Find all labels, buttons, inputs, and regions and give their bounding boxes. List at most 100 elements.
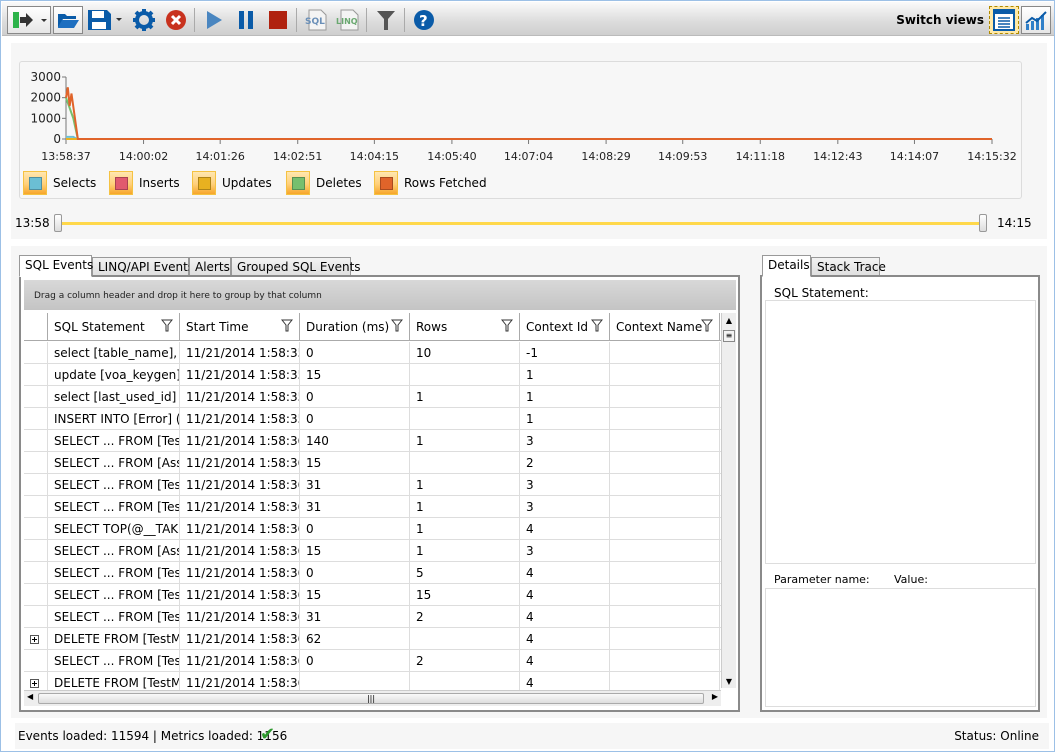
- table-row[interactable]: SELECT ... FROM [Test...11/21/2014 1:58:…: [24, 430, 721, 452]
- toolbar-separator: [366, 8, 367, 32]
- table-cell: [610, 540, 720, 562]
- expand-row-icon[interactable]: [24, 628, 48, 650]
- row-indicator: [24, 496, 48, 518]
- legend-swatch: [109, 171, 133, 195]
- scroll-left-arrow[interactable]: ◀: [27, 692, 33, 701]
- vertical-scrollbar[interactable]: ▲ ≡ ▼: [721, 313, 736, 688]
- legend-label: Inserts: [139, 176, 180, 190]
- list-view-button[interactable]: [989, 6, 1019, 34]
- legend-label: Updates: [222, 176, 272, 190]
- table-cell: [410, 364, 520, 386]
- linq-button[interactable]: LINQ: [334, 6, 362, 34]
- column-header[interactable]: Context Id: [520, 313, 610, 341]
- table-row[interactable]: SELECT TOP(@__TAK...11/21/2014 1:58:36 P…: [24, 518, 721, 540]
- table-cell: DELETE FROM [TestM...: [48, 628, 180, 650]
- connect-button[interactable]: [7, 6, 51, 34]
- save-button[interactable]: [86, 6, 124, 34]
- column-header-label: SQL Statement: [54, 320, 145, 334]
- column-header[interactable]: SQL Statement: [48, 313, 180, 341]
- table-row[interactable]: SELECT ... FROM [Test...11/21/2014 1:58:…: [24, 606, 721, 628]
- legend-item[interactable]: Selects: [23, 171, 96, 195]
- table-row[interactable]: INSERT INTO [Error] (... 11/21/2014 1:58:…: [24, 408, 721, 430]
- table-row[interactable]: select [last_used_id] f...11/21/2014 1:5…: [24, 386, 721, 408]
- open-button[interactable]: [53, 6, 83, 34]
- sql-button[interactable]: SQL: [302, 6, 330, 34]
- table-cell: select [last_used_id] f...: [48, 386, 180, 408]
- series-line-rows-fetched: [65, 87, 992, 140]
- tab-stack-trace[interactable]: Stack Trace: [811, 257, 886, 277]
- group-by-area[interactable]: Drag a column header and drop it here to…: [24, 280, 736, 310]
- column-header[interactable]: Context Name: [610, 313, 720, 341]
- column-header[interactable]: Start Time: [180, 313, 300, 341]
- play-icon: [207, 11, 222, 29]
- table-cell: select [table_name], [l...: [48, 342, 180, 364]
- table-cell: 62: [300, 628, 410, 650]
- slider-right-handle[interactable]: [979, 214, 987, 232]
- table-cell: -1: [520, 342, 610, 364]
- scroll-right-arrow[interactable]: ▶: [712, 692, 718, 701]
- scroll-down-arrow[interactable]: ▼: [722, 677, 736, 686]
- slider-track: [59, 222, 985, 225]
- pause-button[interactable]: [232, 6, 260, 34]
- table-row[interactable]: SELECT ... FROM [Ass... 11/21/2014 1:58:3…: [24, 540, 721, 562]
- legend-item[interactable]: Rows Fetched: [374, 171, 487, 195]
- y-tick-label: 1000: [30, 111, 61, 125]
- stop-button[interactable]: [264, 6, 292, 34]
- tab-sql-events[interactable]: SQL Events: [19, 255, 93, 277]
- table-cell: [610, 650, 720, 672]
- row-indicator: [24, 386, 48, 408]
- table-row[interactable]: SELECT ... FROM [Test...11/21/2014 1:58:…: [24, 496, 721, 518]
- table-row[interactable]: SELECT ... FROM [Test...11/21/2014 1:58:…: [24, 474, 721, 496]
- table-row[interactable]: SELECT ... FROM [Test...11/21/2014 1:58:…: [24, 584, 721, 606]
- table-row[interactable]: select [table_name], [l...11/21/2014 1:5…: [24, 342, 721, 364]
- play-button[interactable]: [200, 6, 228, 34]
- tab-grouped-sql-events[interactable]: Grouped SQL Events: [231, 257, 361, 277]
- slider-left-handle[interactable]: [54, 214, 62, 232]
- y-tick-label: 2000: [30, 91, 61, 105]
- parameters-list[interactable]: [765, 588, 1036, 707]
- legend-item[interactable]: Inserts: [109, 171, 180, 195]
- settings-button[interactable]: [130, 6, 158, 34]
- legend-item[interactable]: Deletes: [286, 171, 362, 195]
- x-tick-label: 14:11:18: [736, 150, 785, 163]
- tab-alerts[interactable]: Alerts: [189, 257, 231, 277]
- table-cell: [610, 408, 720, 430]
- table-cell: [610, 628, 720, 650]
- column-header[interactable]: Duration (ms): [300, 313, 410, 341]
- table-cell: 4: [520, 628, 610, 650]
- column-header-label: Start Time: [186, 320, 249, 334]
- sql-statement-textbox[interactable]: [765, 300, 1036, 564]
- filter-icon[interactable]: [590, 319, 604, 335]
- tab-details[interactable]: Details: [762, 255, 811, 277]
- horizontal-scrollbar[interactable]: ◀ ||| ▶: [24, 690, 721, 706]
- svg-text:SQL: SQL: [305, 17, 325, 27]
- scroll-thumb-horizontal[interactable]: |||: [38, 693, 704, 704]
- table-row[interactable]: SELECT ... FROM [Test...11/21/2014 1:58:…: [24, 562, 721, 584]
- table-cell: 11/21/2014 1:58:36 P: [180, 650, 300, 672]
- filter-icon[interactable]: [390, 319, 404, 335]
- clear-button[interactable]: [162, 6, 190, 34]
- table-row[interactable]: SELECT ... FROM [Test...11/21/2014 1:58:…: [24, 650, 721, 672]
- scroll-thumb[interactable]: ≡: [723, 330, 735, 342]
- help-button[interactable]: ?: [410, 6, 438, 34]
- table-cell: 11/21/2014 1:58:36 P: [180, 584, 300, 606]
- filter-icon[interactable]: [280, 319, 294, 335]
- table-row[interactable]: DELETE FROM [TestM...11/21/2014 1:58:36 …: [24, 628, 721, 650]
- filter-button[interactable]: [372, 6, 400, 34]
- time-range-slider[interactable]: 13:58 14:15: [15, 213, 1045, 235]
- column-header[interactable]: Rows: [410, 313, 520, 341]
- filter-icon[interactable]: [700, 319, 714, 335]
- scroll-up-arrow[interactable]: ▲: [722, 313, 736, 325]
- table-cell: 11/21/2014 1:58:36 P: [180, 452, 300, 474]
- filter-icon[interactable]: [160, 319, 174, 335]
- table-row[interactable]: SELECT ... FROM [Ass... 11/21/2014 1:58:3…: [24, 452, 721, 474]
- table-cell: 10: [410, 342, 520, 364]
- chart-view-button[interactable]: [1021, 6, 1051, 34]
- tab-linq-api-events[interactable]: LINQ/API Events: [92, 257, 194, 277]
- legend-swatch: [374, 171, 398, 195]
- filter-icon[interactable]: [500, 319, 514, 335]
- table-cell: [610, 496, 720, 518]
- legend-item[interactable]: Updates: [192, 171, 272, 195]
- table-cell: 11/21/2014 1:58:36 P: [180, 562, 300, 584]
- table-row[interactable]: update [voa_keygen]...11/21/2014 1:58:35…: [24, 364, 721, 386]
